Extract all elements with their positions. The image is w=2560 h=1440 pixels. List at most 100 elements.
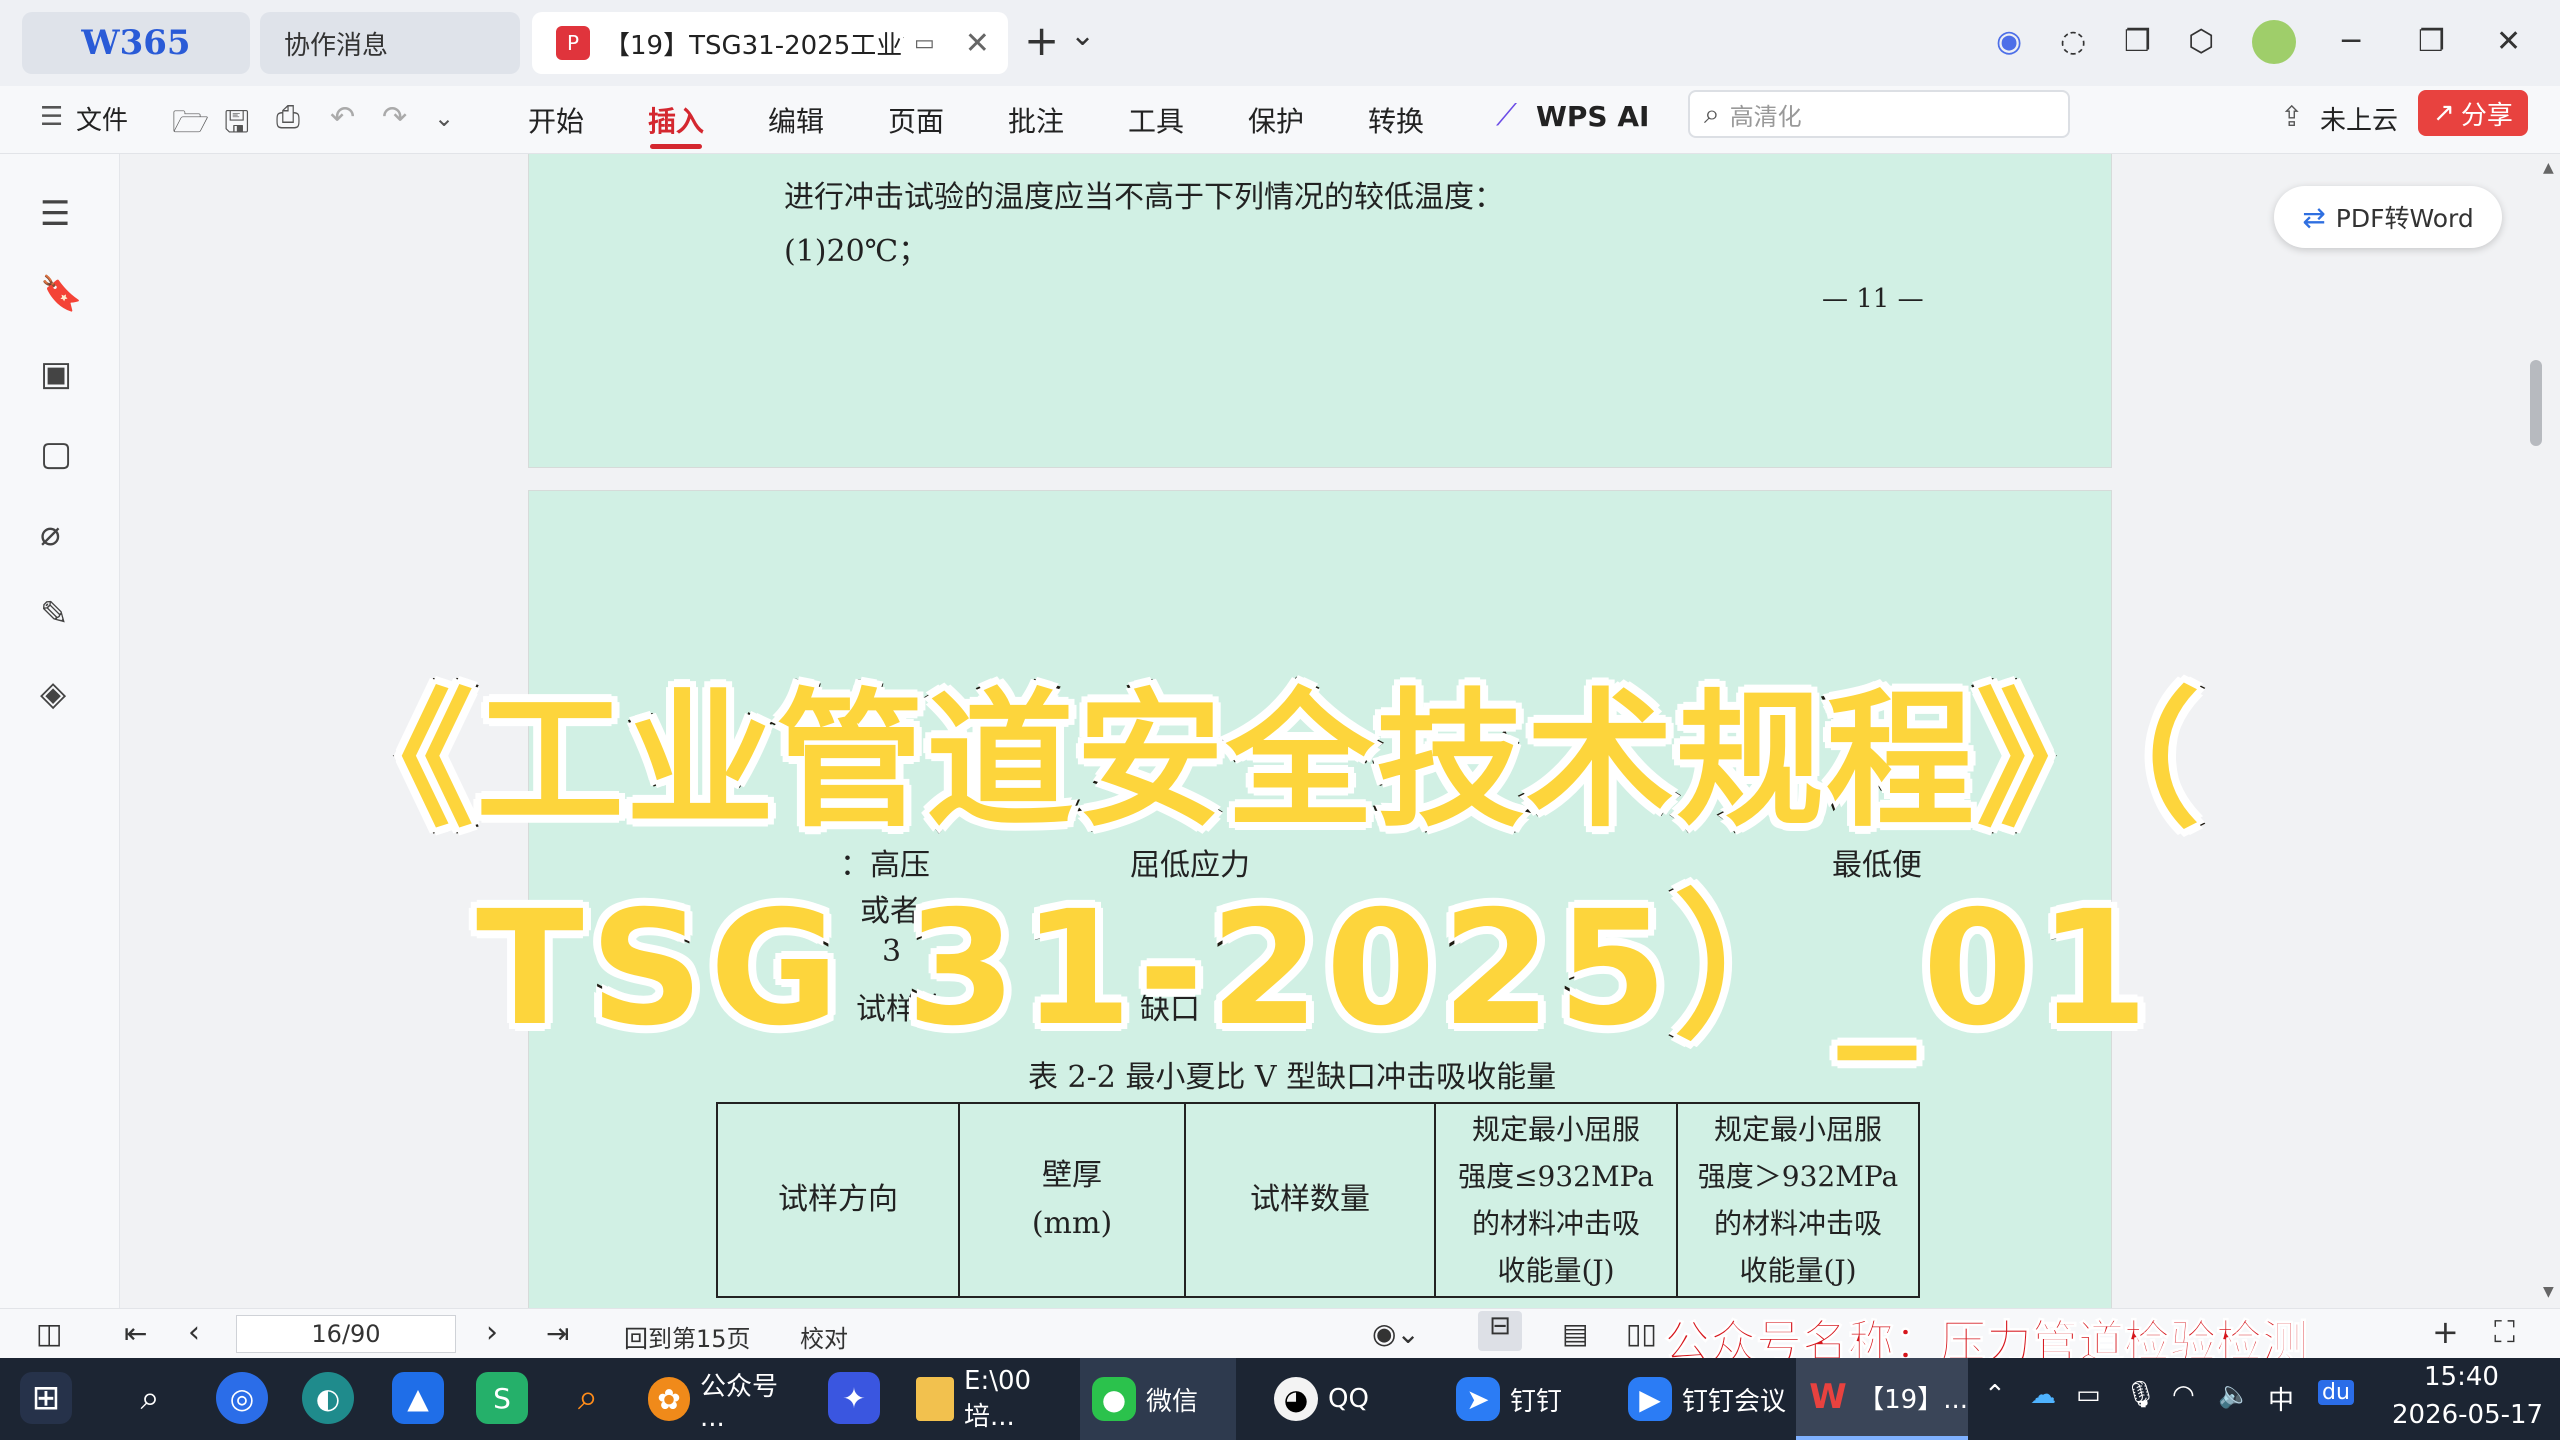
qq-icon: ◕	[1274, 1377, 1318, 1421]
tray-expand-icon[interactable]: ⌃	[1984, 1380, 2006, 1410]
tab-collab-messages[interactable]: 协作消息	[260, 12, 520, 74]
battery-icon[interactable]: ▭	[2076, 1380, 2101, 1410]
signature-icon[interactable]: ✎	[40, 594, 69, 634]
table-header-label: 试样方向	[778, 1182, 898, 1217]
tab-document[interactable]: P 【19】TSG31-2025工业管道 ▭ ✕	[532, 12, 1008, 74]
scroll-down-icon[interactable]: ▼	[2543, 1284, 2554, 1300]
menu-file[interactable]: 文件	[76, 100, 128, 137]
menu-protect[interactable]: 保护	[1248, 100, 1304, 140]
search-placeholder: 高清化	[1729, 102, 1802, 131]
zoom-in-icon[interactable]: +	[2432, 1313, 2459, 1351]
taskbar-app-dingtalk-meeting[interactable]: ▶ 钉钉会议	[1616, 1358, 1786, 1440]
page-number-input[interactable]: 16/90	[236, 1315, 456, 1353]
onedrive-icon[interactable]: ☁	[2030, 1380, 2056, 1410]
start-icon[interactable]: ⊞	[20, 1372, 72, 1424]
thumbnail-icon[interactable]: ▣	[40, 354, 72, 394]
cloud-status-label[interactable]: 未上云	[2320, 100, 2398, 137]
menu-wps-ai[interactable]: WPS AI	[1536, 100, 1649, 133]
outline-icon[interactable]: ☰	[40, 194, 70, 234]
meeting-icon: ▶	[1628, 1377, 1672, 1421]
fullscreen-icon[interactable]: ⛶	[2494, 1315, 2515, 1350]
browser-icon[interactable]: ◎	[216, 1372, 268, 1424]
app-green-icon[interactable]: S	[476, 1372, 528, 1424]
search-taskbar-icon[interactable]: ⌕	[124, 1372, 176, 1424]
taskbar-app-wechat[interactable]: ● 微信	[1080, 1358, 1236, 1440]
microphone-icon[interactable]: 🎙	[2124, 1380, 2157, 1410]
convert-icon: ⇄	[2302, 200, 2326, 234]
everything-search-icon[interactable]: ⌕	[562, 1372, 614, 1424]
restore-icon[interactable]: ❐	[2418, 24, 2445, 59]
share-button[interactable]: ↗ 分享	[2418, 90, 2528, 136]
taskbar-app-explorer[interactable]: E:\00培...	[904, 1358, 1076, 1440]
vertical-scrollbar[interactable]: ▲ ▼	[2540, 154, 2560, 1308]
prev-page-icon[interactable]: ‹	[188, 1315, 200, 1350]
first-page-icon[interactable]: ⇤	[124, 1317, 147, 1350]
goto-page-link[interactable]: 回到第15页	[624, 1319, 751, 1354]
layers-icon[interactable]: ◈	[40, 674, 66, 714]
eye-view-icon[interactable]: ◉⌄	[1372, 1317, 1420, 1350]
table-header-count: 试样数量	[1184, 1102, 1436, 1298]
save-icon[interactable]: 🖫	[224, 100, 250, 151]
menu-convert[interactable]: 转换	[1368, 100, 1424, 140]
ai-assistant-icon[interactable]: ◉	[1996, 24, 2022, 59]
minimize-icon[interactable]: ─	[2342, 24, 2360, 59]
close-window-icon[interactable]: ✕	[2496, 24, 2521, 59]
menu-start[interactable]: 开始	[528, 100, 584, 140]
bookmark-icon[interactable]: 🔖	[40, 274, 82, 314]
undo-icon[interactable]: ↶	[330, 100, 355, 135]
continuous-page-icon[interactable]: ▤	[1562, 1317, 1588, 1350]
two-page-icon[interactable]: ▯▯	[1626, 1317, 1657, 1350]
taskbar-app-label: E:\00培...	[964, 1365, 1032, 1432]
wifi-icon[interactable]: ◠	[2172, 1380, 2195, 1410]
photos-icon[interactable]: ▲	[392, 1372, 444, 1424]
taskbar-app-label: 微信	[1146, 1386, 1199, 1417]
menu-annotate[interactable]: 批注	[1008, 100, 1064, 140]
chat-icon[interactable]: ◌	[2060, 24, 2086, 59]
menu-edit[interactable]: 编辑	[768, 100, 824, 140]
table-header-energy-le932: 规定最小屈服 强度≤932MPa 的材料冲击吸 收能量(J)	[1434, 1102, 1678, 1298]
avatar[interactable]	[2252, 20, 2296, 64]
taskbar-app-official-account[interactable]: ✿ 公众号 ...	[636, 1358, 806, 1440]
table-header-label: 试样数量	[1250, 1182, 1370, 1217]
ime-indicator[interactable]: 中	[2268, 1380, 2294, 1417]
clock-time[interactable]: 15:40	[2424, 1362, 2499, 1392]
volume-icon[interactable]: 🔈	[2218, 1380, 2250, 1410]
comment-icon[interactable]: ▢	[40, 434, 72, 474]
redo-icon[interactable]: ↷	[382, 100, 407, 135]
page-number-value: 16/90	[311, 1320, 381, 1348]
clock-date[interactable]: 2026-05-17	[2392, 1400, 2543, 1430]
new-tab-button[interactable]: +	[1024, 16, 1059, 65]
more-chevron-icon[interactable]: ⌄	[434, 104, 454, 132]
menu-page[interactable]: 页面	[888, 100, 944, 140]
edge-icon[interactable]: ◐	[302, 1372, 354, 1424]
baidu-ime-icon[interactable]: du	[2318, 1380, 2354, 1405]
next-page-icon[interactable]: ›	[486, 1315, 498, 1350]
taskbar-app-wps[interactable]: W 【19】...	[1796, 1358, 1968, 1440]
menu-tools[interactable]: 工具	[1128, 100, 1184, 140]
tab-list-dropdown[interactable]: ⌄	[1070, 18, 1095, 53]
scrollbar-thumb[interactable]	[2530, 360, 2542, 446]
last-page-icon[interactable]: ⇥	[546, 1317, 569, 1350]
window-layout-icon[interactable]: ❐	[2124, 24, 2151, 59]
table-header-thickness: 壁厚 (mm)	[958, 1102, 1186, 1298]
attachment-icon[interactable]: ⌀	[40, 514, 60, 554]
scroll-up-icon[interactable]: ▲	[2543, 160, 2554, 176]
print-icon[interactable]: ⎙	[276, 100, 300, 135]
cloud-upload-icon[interactable]: ⇪	[2280, 100, 2303, 133]
open-folder-icon[interactable]: 🗁	[172, 100, 209, 151]
taskbar-app-label: QQ	[1328, 1384, 1369, 1414]
proofread-button[interactable]: 校对	[800, 1319, 848, 1354]
sidebar-toggle-icon[interactable]: ◫	[36, 1317, 62, 1350]
single-page-icon[interactable]: ⊟	[1478, 1311, 1522, 1351]
close-tab-icon[interactable]: ✕	[965, 26, 990, 61]
pdf-to-word-button[interactable]: ⇄ PDF转Word	[2274, 186, 2502, 248]
cube-icon[interactable]: ⬡	[2188, 24, 2214, 59]
app-blue-icon[interactable]: ✦	[828, 1372, 880, 1424]
video-title-line-2: TSG 31-2025）_01	[471, 872, 2155, 1066]
search-input[interactable]: ⌕ 高清化	[1688, 90, 2070, 138]
tab-w365-home[interactable]: W365	[22, 12, 250, 74]
taskbar-app-dingtalk[interactable]: ➤ 钉钉	[1444, 1358, 1604, 1440]
hamburger-menu-icon[interactable]: ☰	[40, 102, 63, 132]
menu-insert[interactable]: 插入	[648, 100, 704, 140]
taskbar-app-qq[interactable]: ◕ QQ	[1262, 1358, 1422, 1440]
